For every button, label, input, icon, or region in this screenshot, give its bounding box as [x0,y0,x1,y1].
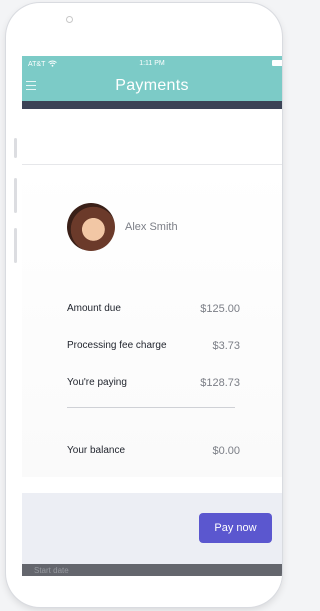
side-button-volume-down [14,228,17,263]
row-value: $3.73 [212,340,240,352]
battery-icon [272,60,282,66]
side-button-mute [14,138,17,158]
nav-bar: Payments [22,71,282,101]
menu-icon[interactable] [26,81,36,93]
row-label: Amount due [67,303,121,314]
camera-dot [66,16,73,23]
row-label: Processing fee charge [67,340,167,351]
header-divider-bar [22,101,282,109]
summary-divider [67,407,235,408]
avatar [67,203,115,251]
subheader-panel [22,109,282,165]
home-indicator-area [22,576,282,590]
phone-frame: AT&T 1:11 PM Payments Alex Smith Amount … [6,3,282,607]
pay-now-button[interactable]: Pay now [199,513,272,543]
user-name: Alex Smith [125,221,178,233]
balance-value: $0.00 [212,445,240,457]
side-button-volume-up [14,178,17,213]
bottom-bar: Start date [22,564,282,576]
status-time: 1:11 PM [139,60,165,67]
row-label: You're paying [67,377,127,388]
app-screen: AT&T 1:11 PM Payments Alex Smith Amount … [22,56,282,590]
row-value: $125.00 [200,303,240,315]
row-value: $128.73 [200,377,240,389]
payment-summary: Alex Smith Amount due $125.00 Processing… [22,165,282,477]
status-bar: AT&T 1:11 PM [22,56,282,71]
start-date-hint: Start date [34,566,69,575]
balance-label: Your balance [67,445,126,456]
page-title: Payments [115,77,189,94]
footer-panel: Pay now [22,493,282,564]
